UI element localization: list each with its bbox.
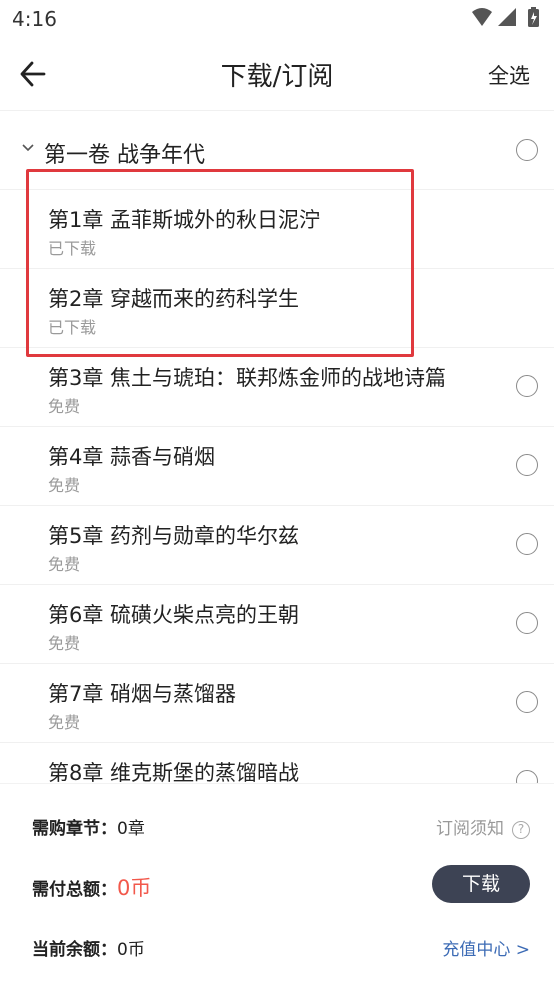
chapter-title: 第5章 药剂与勋章的华尔兹 — [48, 524, 300, 548]
chapter-row[interactable]: 第3章 焦土与琥珀：联邦炼金师的战地诗篇 免费 — [0, 348, 554, 427]
balance-value: 0币 — [117, 940, 145, 960]
select-all-button[interactable]: 全选 — [488, 60, 530, 90]
chapter-status: 已下载 — [48, 239, 97, 258]
chapter-status: 免费 — [48, 634, 81, 653]
chapter-row[interactable]: 第5章 药剂与勋章的华尔兹 免费 — [0, 506, 554, 585]
total-label: 需付总额： — [32, 880, 117, 900]
chapter-status: 免费 — [48, 555, 81, 574]
chapters-needed-row: 需购章节：0章 订阅须知? — [32, 814, 530, 839]
chapters-needed-value: 0章 — [117, 819, 145, 839]
chapter-select-radio[interactable] — [516, 691, 538, 713]
chevron-down-icon — [22, 144, 34, 152]
subscription-notice-link[interactable]: 订阅须知? — [436, 814, 530, 839]
volume-title: 第一卷 战争年代 — [44, 143, 205, 168]
chapter-select-radio[interactable] — [516, 612, 538, 634]
app-bar: 下载/订阅 全选 — [0, 38, 554, 111]
chapter-status: 免费 — [48, 476, 81, 495]
recharge-center-link[interactable]: 充值中心 > — [442, 935, 530, 960]
chapter-select-radio[interactable] — [516, 454, 538, 476]
chapter-title: 第3章 焦土与琥珀：联邦炼金师的战地诗篇 — [48, 366, 447, 390]
page-title: 下载/订阅 — [220, 62, 334, 92]
chapter-row[interactable]: 第7章 硝烟与蒸馏器 免费 — [0, 664, 554, 743]
status-bar: 4:16 — [0, 0, 554, 38]
chapter-status: 免费 — [48, 397, 81, 416]
total-value: 0币 — [117, 876, 152, 900]
chapter-title: 第1章 孟菲斯城外的秋日泥泞 — [48, 208, 321, 232]
question-icon: ? — [512, 821, 530, 839]
chapter-select-radio[interactable] — [516, 533, 538, 555]
download-button[interactable]: 下载 — [432, 865, 530, 903]
chapter-row[interactable]: 第8章 维克斯堡的蒸馏暗战 — [0, 743, 554, 783]
chapter-title: 第6章 硫磺火柴点亮的王朝 — [48, 603, 300, 627]
chapter-status: 已下载 — [48, 318, 97, 337]
chapter-row[interactable]: 第2章 穿越而来的药科学生 已下载 — [0, 269, 554, 348]
chapter-select-radio[interactable] — [516, 375, 538, 397]
chapter-title: 第4章 蒜香与硝烟 — [48, 445, 216, 469]
purchase-summary: 需购章节：0章 订阅须知? 需付总额：0币 下载 当前余额：0币 充值中心 > — [0, 783, 554, 985]
chapter-title: 第8章 维克斯堡的蒸馏暗战 — [48, 761, 300, 783]
chapter-select-radio[interactable] — [516, 770, 538, 783]
chapter-list[interactable]: 第一卷 战争年代 第1章 孟菲斯城外的秋日泥泞 已下载 第2章 穿越而来的药科学… — [0, 111, 554, 783]
wifi-icon — [472, 8, 492, 26]
volume-select-radio[interactable] — [516, 139, 538, 161]
status-time: 4:16 — [12, 7, 57, 31]
status-icons — [472, 7, 539, 27]
subscription-notice-label: 订阅须知 — [436, 819, 504, 839]
chapters-needed-label: 需购章节： — [32, 819, 117, 839]
chapter-title: 第2章 穿越而来的药科学生 — [48, 287, 300, 311]
chapter-status: 免费 — [48, 713, 81, 732]
signal-icon — [498, 8, 516, 26]
chapter-row[interactable]: 第6章 硫磺火柴点亮的王朝 免费 — [0, 585, 554, 664]
chapter-row[interactable]: 第4章 蒜香与硝烟 免费 — [0, 427, 554, 506]
chapter-title: 第7章 硝烟与蒸馏器 — [48, 682, 237, 706]
balance-row: 当前余额：0币 充值中心 > — [32, 935, 530, 960]
volume-header[interactable]: 第一卷 战争年代 — [0, 111, 554, 190]
balance-label: 当前余额： — [32, 940, 117, 960]
chapter-row[interactable]: 第1章 孟菲斯城外的秋日泥泞 已下载 — [0, 190, 554, 269]
